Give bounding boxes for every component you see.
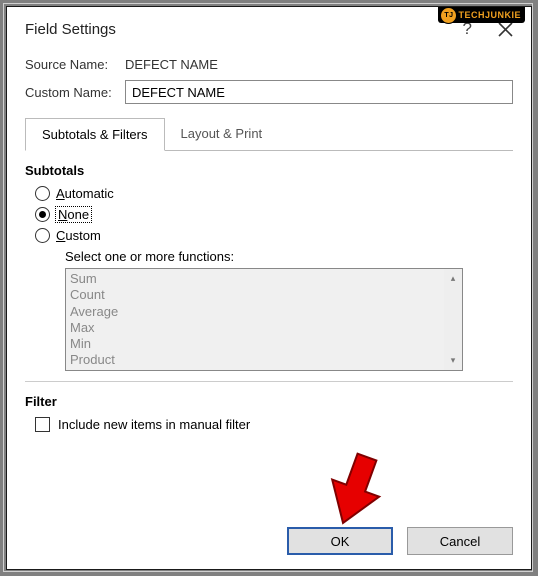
radio-icon bbox=[35, 207, 50, 222]
subtotals-heading: Subtotals bbox=[25, 163, 513, 178]
divider bbox=[25, 381, 513, 382]
radio-none[interactable]: None bbox=[35, 207, 513, 222]
list-item: Sum bbox=[70, 271, 458, 287]
chevron-up-icon[interactable]: ▴ bbox=[451, 269, 456, 288]
tab-layout-print[interactable]: Layout & Print bbox=[165, 118, 279, 150]
list-item: Min bbox=[70, 336, 458, 352]
radio-none-label: None bbox=[56, 207, 91, 222]
techjunkie-badge: TECHJUNKIE bbox=[438, 7, 525, 23]
source-name-label: Source Name: bbox=[25, 57, 125, 72]
radio-icon bbox=[35, 186, 50, 201]
source-name-value: DEFECT NAME bbox=[125, 57, 218, 72]
list-item: Max bbox=[70, 320, 458, 336]
list-item: Count bbox=[70, 287, 458, 303]
functions-label: Select one or more functions: bbox=[65, 249, 513, 264]
functions-listbox: Sum Count Average Max Min Product ▴ ▾ bbox=[65, 268, 463, 371]
custom-name-label: Custom Name: bbox=[25, 85, 125, 100]
close-icon[interactable] bbox=[498, 22, 513, 37]
radio-automatic-label: Automatic bbox=[56, 186, 114, 201]
tabs: Subtotals & Filters Layout & Print bbox=[25, 118, 513, 151]
radio-icon bbox=[35, 228, 50, 243]
radio-custom[interactable]: Custom bbox=[35, 228, 513, 243]
list-item: Product bbox=[70, 352, 458, 368]
include-new-items-checkbox[interactable]: Include new items in manual filter bbox=[35, 417, 513, 432]
tab-subtotals-filters[interactable]: Subtotals & Filters bbox=[25, 118, 165, 151]
custom-name-input[interactable] bbox=[125, 80, 513, 104]
ok-button[interactable]: OK bbox=[287, 527, 393, 555]
cancel-button[interactable]: Cancel bbox=[407, 527, 513, 555]
filter-heading: Filter bbox=[25, 394, 513, 409]
list-item: Average bbox=[70, 304, 458, 320]
include-new-items-label: Include new items in manual filter bbox=[58, 417, 250, 432]
radio-automatic[interactable]: Automatic bbox=[35, 186, 513, 201]
radio-custom-label: Custom bbox=[56, 228, 101, 243]
field-settings-dialog: TECHJUNKIE Field Settings ? Source Name:… bbox=[6, 6, 532, 570]
dialog-title: Field Settings bbox=[25, 21, 116, 38]
chevron-down-icon[interactable]: ▾ bbox=[451, 351, 456, 370]
checkbox-icon bbox=[35, 417, 50, 432]
scrollbar[interactable]: ▴ ▾ bbox=[444, 269, 462, 370]
